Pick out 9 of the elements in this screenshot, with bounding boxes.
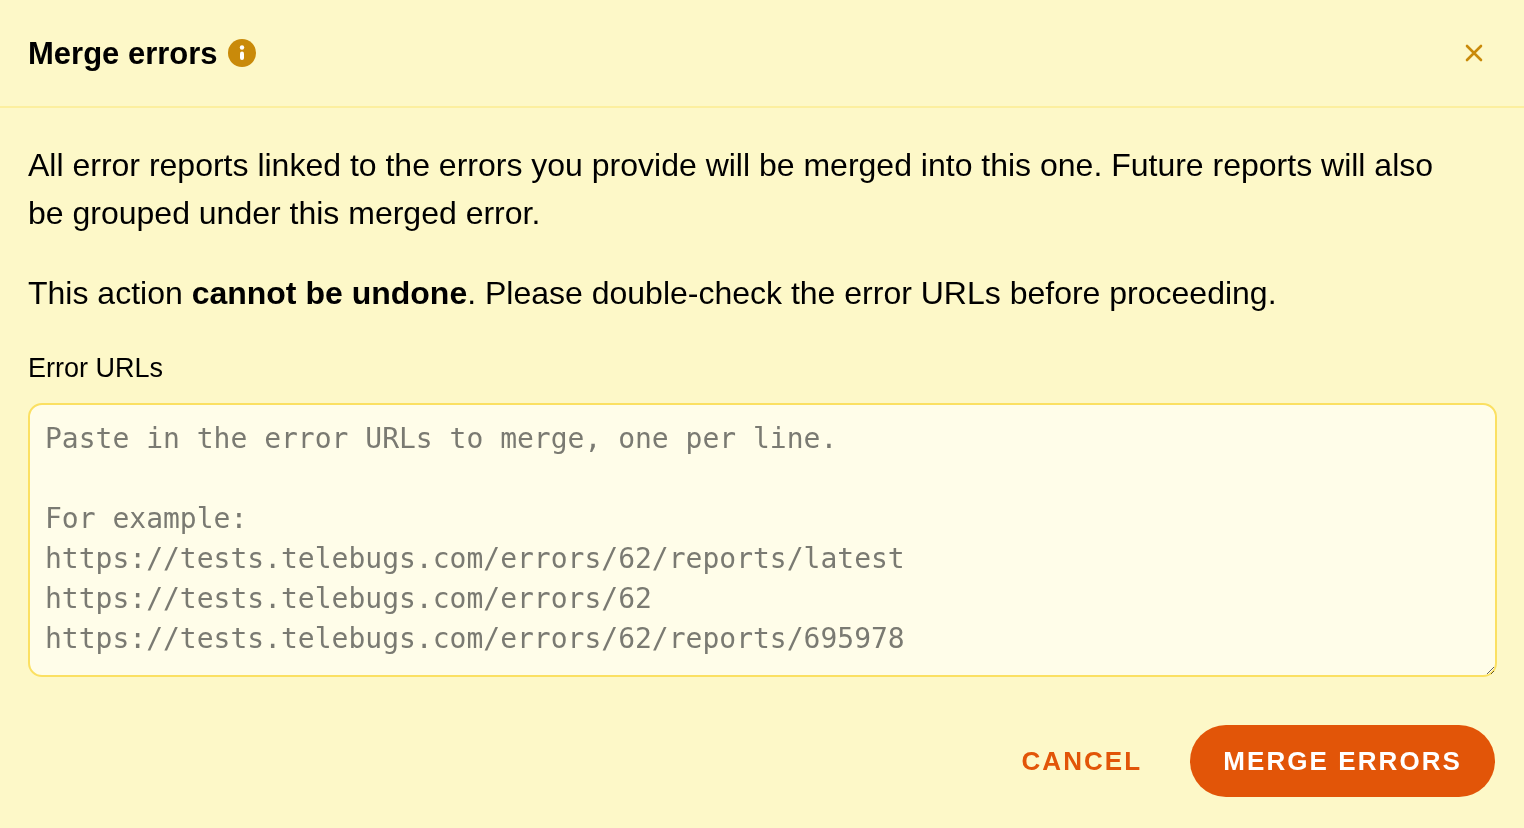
dialog-title: Merge errors [28,37,218,69]
info-icon [227,39,256,67]
merge-button[interactable]: MERGE ERRORS [1190,725,1495,797]
close-icon [1465,44,1483,62]
description-text: This action cannot be undone. Please double-check the error URLs before proceeding. [28,274,1278,313]
error-urls-field[interactable]: Paste in the error URLs to merge, one per line. For example: https://tests.telebugs.com/errors/62/reports/latest https://tests.telebugs.com/errors/62 https://tests.telebugs.com/errors/62/reports/695978 [28,403,1497,677]
cancel-button[interactable]: CANCEL [1021,725,1143,797]
field-label: Error URLs [28,352,163,385]
description-text: All error reports linked to the errors you provide will be merged into this one. Future reports will also be grouped under this merged error. [28,146,1435,233]
